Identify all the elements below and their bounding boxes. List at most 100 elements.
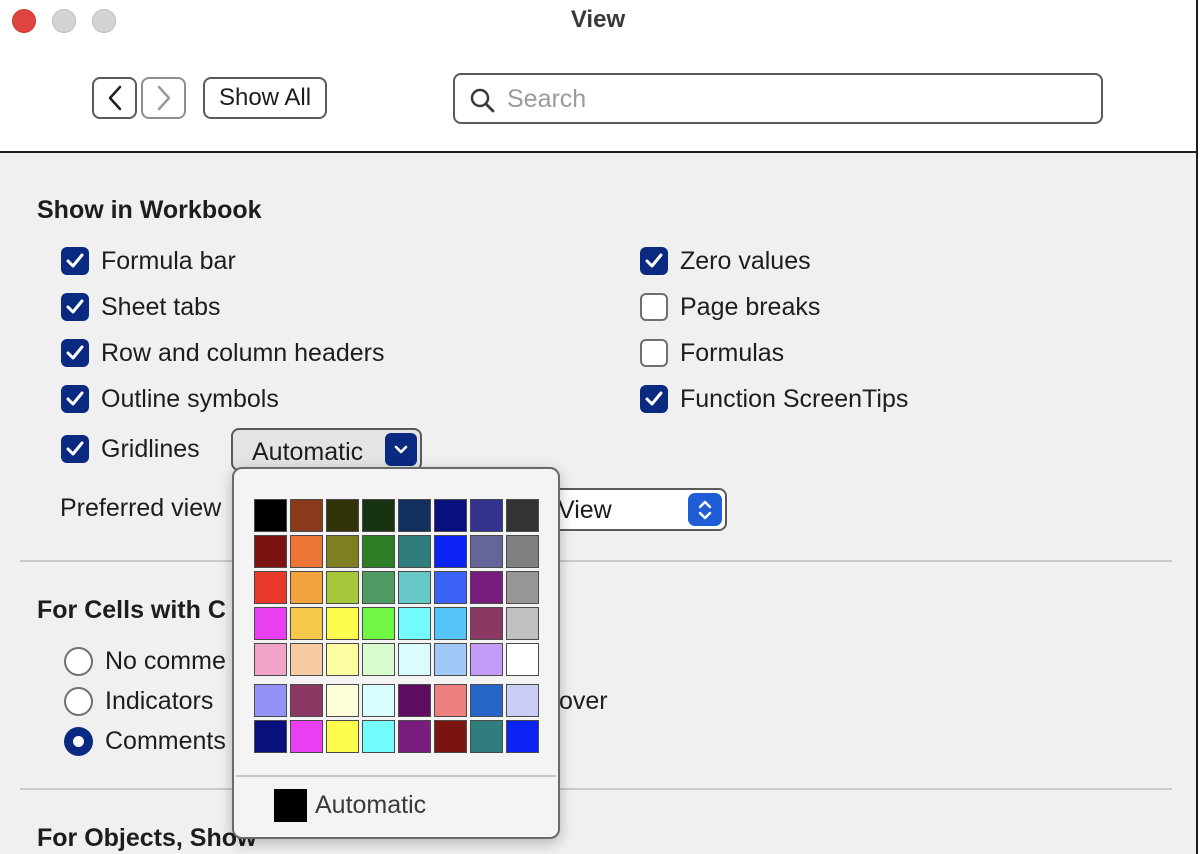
color-swatch[interactable] bbox=[434, 684, 467, 717]
color-swatch[interactable] bbox=[398, 535, 431, 568]
color-swatch[interactable] bbox=[326, 684, 359, 717]
color-swatch[interactable] bbox=[470, 607, 503, 640]
color-swatch[interactable] bbox=[398, 571, 431, 604]
formulas-checkbox[interactable]: Formulas bbox=[640, 338, 784, 368]
color-swatch[interactable] bbox=[290, 571, 323, 604]
automatic-color-swatch bbox=[274, 789, 307, 822]
color-swatch[interactable] bbox=[470, 720, 503, 753]
formula-bar-checkbox[interactable]: Formula bar bbox=[61, 246, 236, 276]
color-swatch[interactable] bbox=[398, 607, 431, 640]
search-field[interactable] bbox=[453, 73, 1103, 124]
outline-symbols-checkbox[interactable]: Outline symbols bbox=[61, 384, 279, 414]
color-swatch[interactable] bbox=[326, 643, 359, 676]
color-swatch[interactable] bbox=[470, 535, 503, 568]
automatic-color-option[interactable]: Automatic bbox=[274, 789, 426, 822]
back-button[interactable] bbox=[92, 77, 137, 119]
function-screentips-checkbox[interactable]: Function ScreenTips bbox=[640, 384, 908, 414]
preferred-view-select[interactable]: View bbox=[548, 488, 727, 531]
color-swatch[interactable] bbox=[290, 684, 323, 717]
color-swatch[interactable] bbox=[470, 571, 503, 604]
color-swatch[interactable] bbox=[362, 720, 395, 753]
checkbox-box[interactable] bbox=[640, 293, 668, 321]
color-swatch[interactable] bbox=[470, 684, 503, 717]
checkbox-box[interactable] bbox=[640, 247, 668, 275]
color-swatch[interactable] bbox=[470, 499, 503, 532]
color-swatch[interactable] bbox=[362, 571, 395, 604]
color-swatch[interactable] bbox=[506, 535, 539, 568]
color-swatch[interactable] bbox=[398, 643, 431, 676]
row-column-headers-checkbox[interactable]: Row and column headers bbox=[61, 338, 385, 368]
color-swatch[interactable] bbox=[398, 684, 431, 717]
color-swatch[interactable] bbox=[326, 571, 359, 604]
gridlines-checkbox[interactable]: Gridlines bbox=[61, 434, 200, 464]
color-swatch[interactable] bbox=[434, 535, 467, 568]
indicators-radio[interactable]: Indicators bbox=[64, 686, 213, 716]
checkbox-box[interactable] bbox=[61, 339, 89, 367]
color-swatch[interactable] bbox=[434, 607, 467, 640]
checkbox-label: Formulas bbox=[680, 338, 785, 367]
window-title: View bbox=[570, 6, 626, 33]
show-all-button[interactable]: Show All bbox=[203, 77, 327, 119]
color-swatch[interactable] bbox=[434, 571, 467, 604]
section-divider bbox=[20, 560, 1172, 562]
color-swatch[interactable] bbox=[326, 535, 359, 568]
page-breaks-checkbox[interactable]: Page breaks bbox=[640, 292, 820, 322]
checkbox-box[interactable] bbox=[61, 293, 89, 321]
section-title-objects-show: For Objects, Show bbox=[37, 824, 257, 852]
color-swatch[interactable] bbox=[506, 643, 539, 676]
radio-circle[interactable] bbox=[64, 726, 93, 756]
zero-values-checkbox[interactable]: Zero values bbox=[640, 246, 811, 276]
checkbox-box[interactable] bbox=[640, 385, 668, 413]
color-swatch[interactable] bbox=[506, 684, 539, 717]
color-swatch[interactable] bbox=[362, 643, 395, 676]
sheet-tabs-checkbox[interactable]: Sheet tabs bbox=[61, 292, 221, 322]
color-swatch[interactable] bbox=[326, 720, 359, 753]
preferred-view-value: View bbox=[558, 496, 612, 524]
checkbox-box[interactable] bbox=[61, 247, 89, 275]
color-swatch[interactable] bbox=[362, 607, 395, 640]
color-swatch[interactable] bbox=[362, 499, 395, 532]
color-swatch[interactable] bbox=[434, 499, 467, 532]
comments-radio[interactable]: Comments bbox=[64, 726, 226, 756]
radio-circle[interactable] bbox=[64, 686, 93, 716]
color-swatch[interactable] bbox=[290, 607, 323, 640]
checkbox-label: Sheet tabs bbox=[101, 292, 221, 321]
color-swatch[interactable] bbox=[470, 643, 503, 676]
color-swatch[interactable] bbox=[506, 720, 539, 753]
color-swatch[interactable] bbox=[506, 499, 539, 532]
color-swatch[interactable] bbox=[254, 607, 287, 640]
gridline-color-palette: Automatic bbox=[232, 467, 560, 839]
title-toolbar: View Show All bbox=[0, 0, 1196, 153]
gridline-color-popup-button[interactable]: Automatic bbox=[231, 428, 422, 471]
color-swatch[interactable] bbox=[254, 720, 287, 753]
color-swatch[interactable] bbox=[506, 571, 539, 604]
color-swatch[interactable] bbox=[254, 684, 287, 717]
color-swatch[interactable] bbox=[398, 720, 431, 753]
radio-circle[interactable] bbox=[64, 646, 93, 676]
color-swatch[interactable] bbox=[290, 720, 323, 753]
search-input[interactable] bbox=[507, 81, 1087, 117]
color-swatch[interactable] bbox=[254, 499, 287, 532]
color-swatch[interactable] bbox=[254, 535, 287, 568]
color-swatch[interactable] bbox=[254, 643, 287, 676]
color-swatch[interactable] bbox=[254, 571, 287, 604]
color-swatch[interactable] bbox=[326, 499, 359, 532]
checkbox-box[interactable] bbox=[61, 385, 89, 413]
color-swatch[interactable] bbox=[290, 643, 323, 676]
color-swatch[interactable] bbox=[398, 499, 431, 532]
checkbox-label: Function ScreenTips bbox=[680, 384, 909, 413]
color-swatch[interactable] bbox=[290, 535, 323, 568]
palette-separator bbox=[236, 775, 556, 777]
checkbox-box[interactable] bbox=[61, 435, 89, 463]
checkmark-icon bbox=[645, 253, 663, 268]
checkbox-box[interactable] bbox=[640, 339, 668, 367]
color-swatch[interactable] bbox=[506, 607, 539, 640]
color-swatch[interactable] bbox=[434, 643, 467, 676]
color-swatch[interactable] bbox=[434, 720, 467, 753]
forward-button[interactable] bbox=[141, 77, 186, 119]
color-swatch[interactable] bbox=[362, 684, 395, 717]
no-comments-radio[interactable]: No comme bbox=[64, 646, 226, 676]
color-swatch[interactable] bbox=[326, 607, 359, 640]
color-swatch[interactable] bbox=[290, 499, 323, 532]
color-swatch[interactable] bbox=[362, 535, 395, 568]
